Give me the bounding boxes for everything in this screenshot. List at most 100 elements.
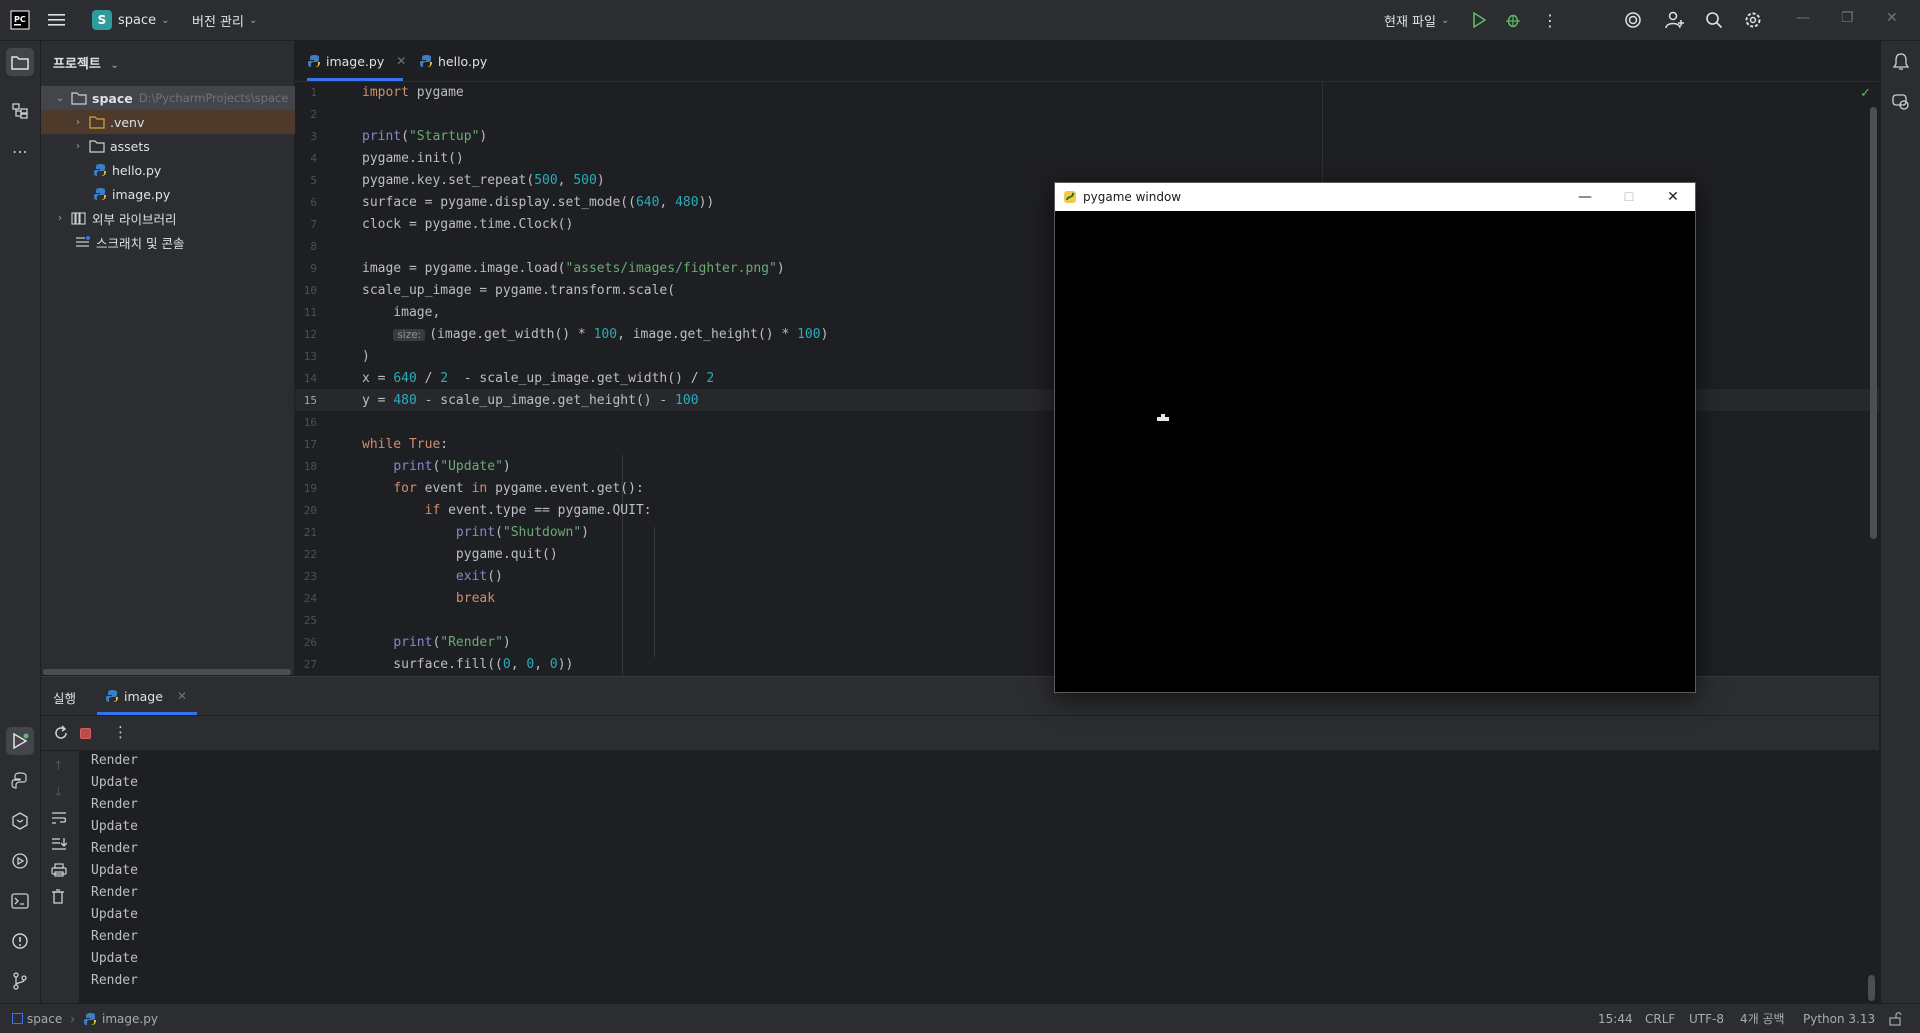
more-horizontal-icon[interactable]: ⋯ xyxy=(6,137,34,165)
horizontal-scrollbar[interactable] xyxy=(43,669,291,675)
run-panel: 실행 image ✕ ⋮ ↑ ↓ Render Update Render Up… xyxy=(41,676,1879,1004)
line-number: 23 xyxy=(303,570,317,583)
vcs-label: 버전 관리 xyxy=(192,14,244,30)
rerun-icon[interactable] xyxy=(53,725,69,745)
git-branch-icon[interactable] xyxy=(6,967,34,995)
breadcrumb-project[interactable]: space xyxy=(27,1012,62,1026)
breadcrumb-file[interactable]: image.py xyxy=(102,1012,158,1026)
close-icon[interactable]: ✕ xyxy=(177,689,187,703)
python-file-icon xyxy=(105,689,119,703)
more-vertical-icon[interactable]: ⋮ xyxy=(1542,0,1558,40)
python-interpreter[interactable]: Python 3.13 xyxy=(1803,1004,1875,1033)
soft-wrap-icon[interactable] xyxy=(51,811,67,829)
debug-icon[interactable] xyxy=(1505,0,1521,40)
close-icon[interactable]: ✕ xyxy=(1886,10,1898,26)
search-icon[interactable] xyxy=(1705,0,1723,40)
more-vertical-icon[interactable]: ⋮ xyxy=(113,723,128,741)
minimize-icon[interactable]: — xyxy=(1563,183,1607,211)
project-selector[interactable]: S space ⌄ xyxy=(92,0,170,40)
project-folder-icon[interactable] xyxy=(6,48,34,76)
run-config-selector[interactable]: 현재 파일 ⌄ xyxy=(1384,0,1449,40)
line-number: 27 xyxy=(303,658,317,671)
chevron-down-icon[interactable]: ⌄ xyxy=(53,93,67,104)
chevron-down-icon: ⌄ xyxy=(161,14,170,26)
close-icon[interactable]: ✕ xyxy=(1651,183,1695,211)
structure-icon[interactable] xyxy=(6,97,34,125)
code-line: image = pygame.image.load("assets/images… xyxy=(362,261,785,276)
code-line: pygame.init() xyxy=(362,151,464,166)
line-number: 6 xyxy=(310,196,317,209)
chevron-right-icon[interactable]: › xyxy=(53,213,67,224)
run-tab-label: image xyxy=(124,688,163,704)
python-packages-icon[interactable] xyxy=(6,767,34,795)
pygame-window[interactable]: pygame window — ☐ ✕ xyxy=(1054,182,1696,693)
tree-item-assets[interactable]: › assets xyxy=(41,134,324,158)
code-line: print("Update") xyxy=(393,459,511,474)
problems-icon[interactable] xyxy=(6,927,34,955)
line-number: 10 xyxy=(303,284,317,297)
notifications-icon[interactable] xyxy=(1887,48,1915,76)
chevron-right-icon[interactable]: › xyxy=(71,117,85,128)
code-line: surface.fill((0, 0, 0)) xyxy=(362,657,574,672)
trash-icon[interactable] xyxy=(51,889,65,908)
vcs-menu[interactable]: 버전 관리 ⌄ xyxy=(192,0,257,40)
code-line: import pygame xyxy=(362,85,464,100)
close-icon[interactable]: ✕ xyxy=(396,54,406,68)
code-line: exit() xyxy=(455,569,503,584)
hamburger-menu-icon[interactable] xyxy=(48,0,66,40)
app-logo-icon[interactable]: PC xyxy=(10,0,30,40)
chevron-down-icon: ⌄ xyxy=(1440,14,1450,26)
arrow-up-icon[interactable]: ↑ xyxy=(53,759,64,774)
tree-item-label: 스크래치 및 콘솔 xyxy=(96,235,185,251)
line-number: 19 xyxy=(303,482,317,495)
line-number: 1 xyxy=(310,86,317,99)
run-tab-image[interactable]: image ✕ xyxy=(97,677,197,715)
stop-icon[interactable] xyxy=(80,728,91,739)
minimize-icon[interactable]: — xyxy=(1796,10,1810,26)
tree-item-label: image.py xyxy=(112,186,171,202)
pygame-surface[interactable] xyxy=(1055,211,1695,692)
tab-label: hello.py xyxy=(438,53,488,69)
scroll-to-end-icon[interactable] xyxy=(51,837,68,855)
print-icon[interactable] xyxy=(51,863,67,881)
project-panel-header[interactable]: 프로젝트 ⌄ xyxy=(53,53,119,72)
svg-text:PC: PC xyxy=(14,15,26,24)
tab-image-py[interactable]: image.py ✕ xyxy=(307,41,406,81)
file-encoding[interactable]: UTF-8 xyxy=(1689,1004,1724,1033)
ai-chat-icon[interactable] xyxy=(1887,88,1915,116)
left-tool-strip: ⋯ xyxy=(0,41,41,1003)
settings-icon[interactable] xyxy=(1744,0,1762,40)
pygame-window-title: pygame window xyxy=(1083,190,1182,204)
console-line: Update xyxy=(91,863,138,878)
vertical-scrollbar[interactable] xyxy=(1868,975,1875,1001)
python-file-icon xyxy=(93,163,107,177)
vertical-scrollbar[interactable] xyxy=(1870,107,1877,539)
ai-assistant-icon[interactable] xyxy=(1624,0,1642,40)
pygame-window-titlebar[interactable]: pygame window — ☐ ✕ xyxy=(1055,183,1695,211)
restore-icon[interactable]: ❐ xyxy=(1841,10,1854,26)
line-number: 18 xyxy=(303,460,317,473)
line-number: 20 xyxy=(303,504,317,517)
arrow-down-icon[interactable]: ↓ xyxy=(53,785,64,800)
line-separator[interactable]: CRLF xyxy=(1645,1004,1675,1033)
add-user-icon[interactable] xyxy=(1665,0,1685,40)
tab-hello-py[interactable]: hello.py xyxy=(419,41,487,81)
tree-item-venv[interactable]: › .venv xyxy=(41,110,324,134)
console-line: Update xyxy=(91,951,138,966)
tree-item-scratches[interactable]: 스크래치 및 콘솔 xyxy=(41,230,328,254)
tree-item-space[interactable]: ⌄ space D:\PycharmProjects\space xyxy=(41,86,306,110)
services-icon[interactable] xyxy=(6,847,34,875)
project-panel: 프로젝트 ⌄ ⌄ space D:\PycharmProjects\space … xyxy=(41,41,324,675)
indent-setting[interactable]: 4개 공백 xyxy=(1740,1004,1785,1033)
line-number: 24 xyxy=(303,592,317,605)
chevron-right-icon[interactable]: › xyxy=(71,141,85,152)
maximize-icon[interactable]: ☐ xyxy=(1607,183,1651,211)
python-console-icon[interactable] xyxy=(6,807,34,835)
run-tool-icon[interactable] xyxy=(6,727,34,755)
terminal-icon[interactable] xyxy=(6,887,34,915)
tree-item-external-libraries[interactable]: › 외부 라이브러리 xyxy=(41,206,306,230)
run-icon[interactable] xyxy=(1472,0,1486,40)
lock-icon[interactable] xyxy=(1888,1004,1902,1033)
cursor-position[interactable]: 15:44 xyxy=(1598,1004,1633,1033)
checkmark-icon[interactable]: ✓ xyxy=(1860,86,1871,101)
